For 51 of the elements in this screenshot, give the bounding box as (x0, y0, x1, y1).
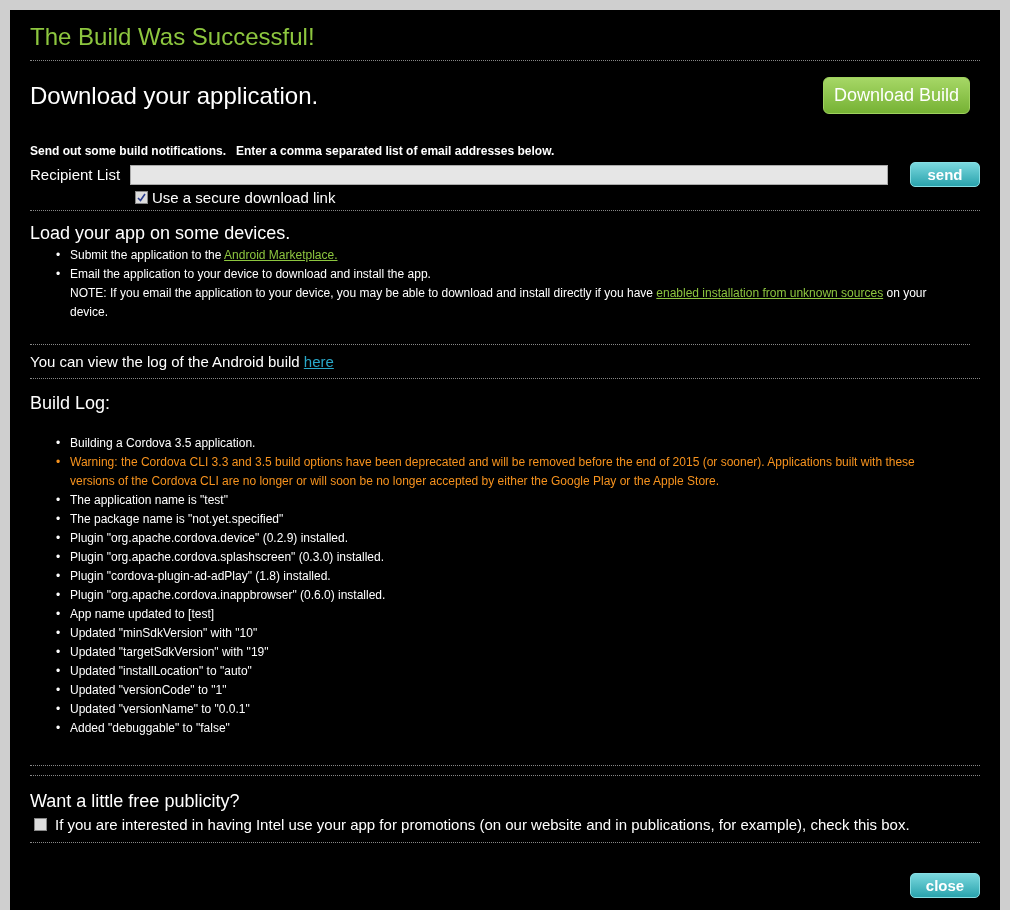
recipient-field[interactable] (130, 164, 888, 185)
log-link[interactable]: here (303, 353, 334, 370)
field-label: Recipient List (30, 166, 122, 183)
log-line: Updated "targetSdkVersion" with "19" (70, 644, 270, 661)
bullet: • (56, 625, 62, 642)
section-heading: Download your application. (30, 81, 319, 110)
bullet: • (56, 606, 62, 623)
log-line: Updated "versionName" to "0.0.1" (70, 701, 251, 718)
log-line: Building a Cordova 3.5 application. (70, 435, 257, 452)
log-line: Updated "minSdkVersion" with "10" (70, 625, 259, 642)
bullet: • (56, 435, 62, 452)
log-line: Plugin "org.apache.cordova.splashscreen" (0.3.0) installed. (70, 549, 386, 566)
section-heading: Build Log: (30, 393, 112, 414)
secure-link-checkbox[interactable] (135, 191, 148, 204)
checkbox-label: Use a secure download link (152, 189, 336, 206)
log-line: Added "debuggable" to "false" (70, 720, 231, 737)
list-text: Submit the application to the (70, 248, 223, 262)
bullet: • (56, 454, 62, 471)
log-line: Plugin "org.apache.cordova.inappbrowser" (0.6.0) installed. (70, 587, 387, 604)
bullet: • (56, 568, 62, 585)
bullet: • (56, 247, 62, 264)
section-heading: Load your app on some devices. (30, 223, 292, 244)
bullet: • (56, 701, 62, 718)
log-warning: Warning: the Cordova CLI 3.3 and 3.5 build options have been deprecated and will be removed before the end of 2015 (or sooner). Applications built with these versions of the Cordova CLI are no longer or will soon be no longer accepted by either the Google Play or the Apple Store. (70, 454, 916, 490)
log-line: The package name is "not.yet.specified" (70, 511, 285, 528)
bullet: • (56, 644, 62, 661)
log-line: Updated "versionCode" to "1" (70, 682, 228, 699)
bullet: • (56, 682, 62, 699)
bullet: • (56, 266, 62, 283)
notification-instructions: Send out some build notifications. Enter a comma separated list of email addresses below. (30, 144, 556, 158)
bullet: • (56, 511, 62, 528)
bullet: • (56, 587, 62, 604)
bullet: • (56, 720, 62, 737)
page-title: The Build Was Successful! (30, 22, 316, 52)
publicity-checkbox[interactable] (34, 818, 47, 831)
bullet: • (56, 663, 62, 680)
unknown-sources-link[interactable]: enabled installation from unknown sources (656, 286, 884, 300)
log-line: App name updated to [test] (70, 606, 216, 623)
log-line: Plugin "cordova-plugin-ad-adPlay" (1.8) installed. (70, 568, 332, 585)
log-line: Updated "installLocation" to "auto" (70, 663, 253, 680)
log-sentence: You can view the log of the Android build here (30, 353, 335, 370)
log-line: The application name is "test" (70, 492, 229, 509)
list-text: Email the application to your device to download and install the app. (70, 267, 431, 281)
log-line: Plugin "org.apache.cordova.device" (0.2.9) installed. (70, 530, 349, 547)
checkbox-label: If you are interested in having Intel use your app for promotions (on our website and in publications, for example), check this box. (55, 816, 910, 833)
section-heading: Want a little free publicity? (30, 791, 241, 812)
note-text: NOTE: If you email the application to your device, you may be able to download and install directly if you have enabled installation from unknown sources on your device. (70, 285, 928, 321)
bullet: • (56, 492, 62, 509)
bullet: • (56, 549, 62, 566)
marketplace-link[interactable]: Android Marketplace. (224, 248, 338, 262)
bullet: • (56, 530, 62, 547)
